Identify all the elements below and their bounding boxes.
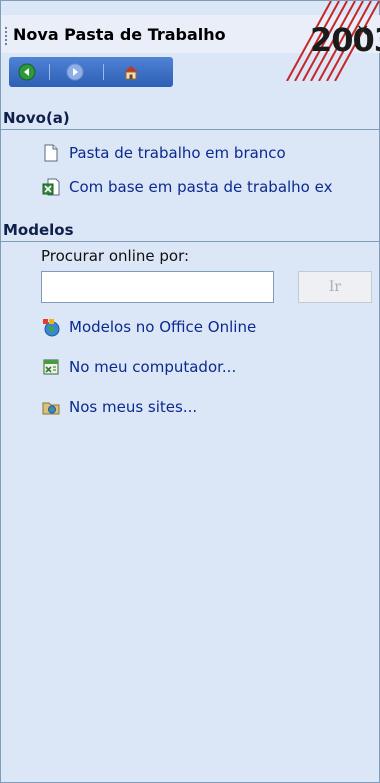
forward-arrow-icon [66,63,84,81]
office-online-globe-icon [43,319,60,337]
home-icon [124,66,138,80]
excel-template-icon [43,359,59,375]
nav-separator [103,64,104,80]
task-pane-title[interactable]: Nova Pasta de Trabalho [13,25,226,44]
list-item-on-my-computer[interactable]: No meu computador... [41,357,236,377]
back-arrow-icon [18,63,36,81]
logo-year-text: 2003 [310,21,380,59]
office-2003-logo: 2003 [261,1,380,81]
home-button[interactable] [121,62,141,82]
close-button[interactable]: ✕ [356,21,369,40]
nav-separator [49,64,50,80]
section-heading-modelos: Modelos [3,221,74,239]
drag-grip-icon[interactable] [5,27,7,45]
list-item-blank-workbook[interactable]: Pasta de trabalho em branco [41,143,286,163]
go-button[interactable]: Ir [298,271,372,303]
link-my-sites[interactable]: Nos meus sites... [69,398,197,416]
navigation-toolbar [9,57,173,87]
section-divider [1,241,380,242]
list-item-existing-workbook[interactable]: Com base em pasta de trabalho ex [41,177,332,197]
list-item-office-online[interactable]: Modelos no Office Online [41,317,256,337]
blank-document-icon [44,144,58,162]
section-heading-novo: Novo(a) [3,109,70,127]
back-button[interactable] [17,62,37,82]
link-office-online-templates[interactable]: Modelos no Office Online [69,318,256,336]
search-online-input[interactable] [41,271,274,303]
section-divider [1,129,380,130]
forward-button[interactable] [65,62,85,82]
folder-globe-icon [42,402,60,415]
list-item-my-sites[interactable]: Nos meus sites... [41,397,197,417]
link-existing-workbook[interactable]: Com base em pasta de trabalho ex [69,178,332,196]
search-online-label: Procurar online por: [41,247,190,265]
task-pane: Nova Pasta de Trabalho 2003 ✕ [0,0,380,783]
link-on-my-computer[interactable]: No meu computador... [69,358,236,376]
excel-workbook-icon [42,178,60,196]
link-blank-workbook[interactable]: Pasta de trabalho em branco [69,144,286,162]
